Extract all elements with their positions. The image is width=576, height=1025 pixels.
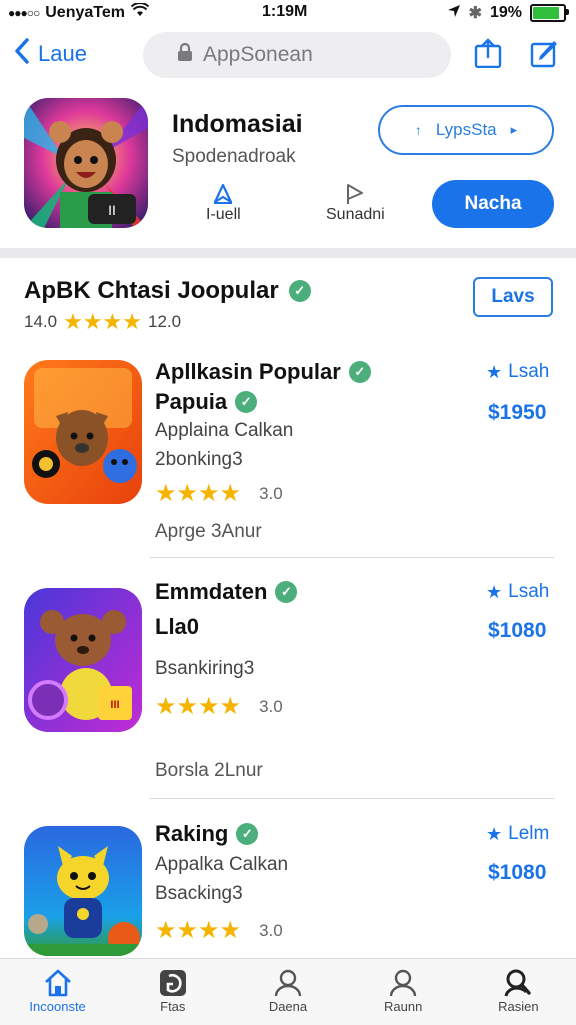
secondary-action-button[interactable]: ↑ LypsSta ▸ <box>378 105 554 155</box>
item-icon[interactable] <box>24 360 142 504</box>
svg-text:III: III <box>110 699 119 711</box>
get-button[interactable]: Nacha <box>432 180 554 228</box>
star-icon: ★ <box>486 581 503 602</box>
item-title[interactable]: Apllkasin Popular ✓ <box>155 359 371 385</box>
search-person-icon <box>504 969 532 997</box>
star-icon: ★★★★ <box>155 480 242 507</box>
compose-icon <box>530 41 557 68</box>
clock: 1:19M <box>262 3 308 20</box>
item-save-button[interactable]: ★ Lsah <box>486 361 549 383</box>
battery-icon <box>530 4 569 22</box>
item-icon[interactable] <box>24 826 142 956</box>
item-subtitle: Applaina Calkan <box>155 420 294 441</box>
verified-icon: ✓ <box>288 280 311 302</box>
view-all-button[interactable]: Lavs <box>473 277 553 317</box>
arrow-up-icon: ↑ <box>414 122 422 138</box>
app-icon-indomasiai[interactable]: II <box>24 98 148 228</box>
person-icon <box>274 969 302 997</box>
item-price-button[interactable]: $1080 <box>488 619 546 643</box>
action-follow[interactable]: I-uell <box>206 182 241 224</box>
item-category: Bsankiring3 <box>155 658 255 679</box>
item-category: 2bonking3 <box>155 449 243 470</box>
section-rating: 14.0 ★★★★ 12.0 <box>24 309 182 334</box>
star-icon: ★★★★ <box>63 309 142 334</box>
action-flag[interactable]: Sunadni <box>326 182 385 224</box>
verified-icon: ✓ <box>348 361 371 383</box>
item-rating: ★★★★ 3.0 <box>155 693 283 720</box>
location-icon <box>447 4 461 23</box>
status-bar: ●●●○○ UenyaTem 1:19M ✱ 19% <box>0 0 576 26</box>
item-footer: Borsla 2Lnur <box>155 760 263 781</box>
item-subtitle: Appalka Calkan <box>155 854 289 875</box>
tab-bar: Incoonste Ftas Daena Raunn Rasien <box>0 958 576 1025</box>
star-icon: ★ <box>486 823 503 844</box>
search-placeholder: AppSonean <box>203 43 313 66</box>
svg-text:II: II <box>108 202 116 218</box>
app-subtitle: Spodenadroak <box>172 146 296 167</box>
app-artwork-icon <box>24 826 142 956</box>
share-icon <box>474 38 502 69</box>
tab-profile[interactable]: Raunn <box>348 959 458 1014</box>
section-title: ApBK Chtasi Joopular ✓ <box>24 277 311 305</box>
item-save-button[interactable]: ★ Lsah <box>486 581 549 603</box>
item-title-line2: Lla0 <box>155 614 200 639</box>
item-footer: Aprge 3Anur <box>155 521 262 542</box>
app-artwork-icon: III <box>24 588 142 732</box>
row-divider <box>150 798 554 799</box>
lock-icon <box>177 42 193 67</box>
tab-home[interactable]: Incoonste <box>3 959 113 1014</box>
signal-icon: ●●●○○ <box>8 5 40 20</box>
item-price-button[interactable]: $1950 <box>488 401 546 425</box>
tab-search[interactable]: Rasien <box>463 959 573 1014</box>
carrier: ●●●○○ UenyaTem <box>8 2 150 22</box>
person-icon <box>389 969 417 997</box>
item-category: Bsacking3 <box>155 883 243 904</box>
chevron-left-icon <box>14 38 30 70</box>
star-icon: ★★★★ <box>155 917 242 944</box>
tab-games[interactable]: Ftas <box>118 959 228 1014</box>
item-rating: ★★★★ 3.0 <box>155 480 283 507</box>
flag-icon <box>347 184 364 204</box>
search-field[interactable]: AppSonean <box>143 32 451 78</box>
section-divider <box>0 248 576 258</box>
item-title-line2: Papuia ✓ <box>155 389 258 415</box>
item-title[interactable]: Emmdaten ✓ <box>155 579 298 605</box>
star-icon: ★★★★ <box>155 693 242 720</box>
row-divider <box>150 557 554 558</box>
verified-icon: ✓ <box>236 823 259 845</box>
share-button[interactable] <box>474 38 502 69</box>
item-rating: ★★★★ 3.0 <box>155 917 283 944</box>
status-right: ✱ 19% <box>447 3 569 23</box>
battery-percent: 19% <box>489 4 522 21</box>
navigation-icon <box>214 183 233 204</box>
verified-icon: ✓ <box>235 391 258 413</box>
item-save-button[interactable]: ★ Lelm <box>486 823 549 845</box>
item-price-button[interactable]: $1080 <box>488 861 546 885</box>
item-icon[interactable]: III <box>24 588 142 732</box>
app-artwork-icon <box>24 360 142 504</box>
verified-icon: ✓ <box>275 581 298 603</box>
app-title: Indomasiai <box>172 110 303 138</box>
star-icon: ★ <box>486 361 503 382</box>
wifi-icon <box>130 2 150 22</box>
bluetooth-icon: ✱ <box>468 5 482 22</box>
edit-button[interactable] <box>530 38 558 68</box>
item-title[interactable]: Raking ✓ <box>155 821 259 847</box>
games-icon <box>159 970 186 996</box>
chevron-right-icon: ▸ <box>510 122 518 137</box>
app-artwork-icon: II <box>24 98 148 228</box>
home-icon <box>44 969 71 997</box>
tab-account[interactable]: Daena <box>233 959 343 1014</box>
back-button[interactable]: Laue <box>14 38 87 70</box>
